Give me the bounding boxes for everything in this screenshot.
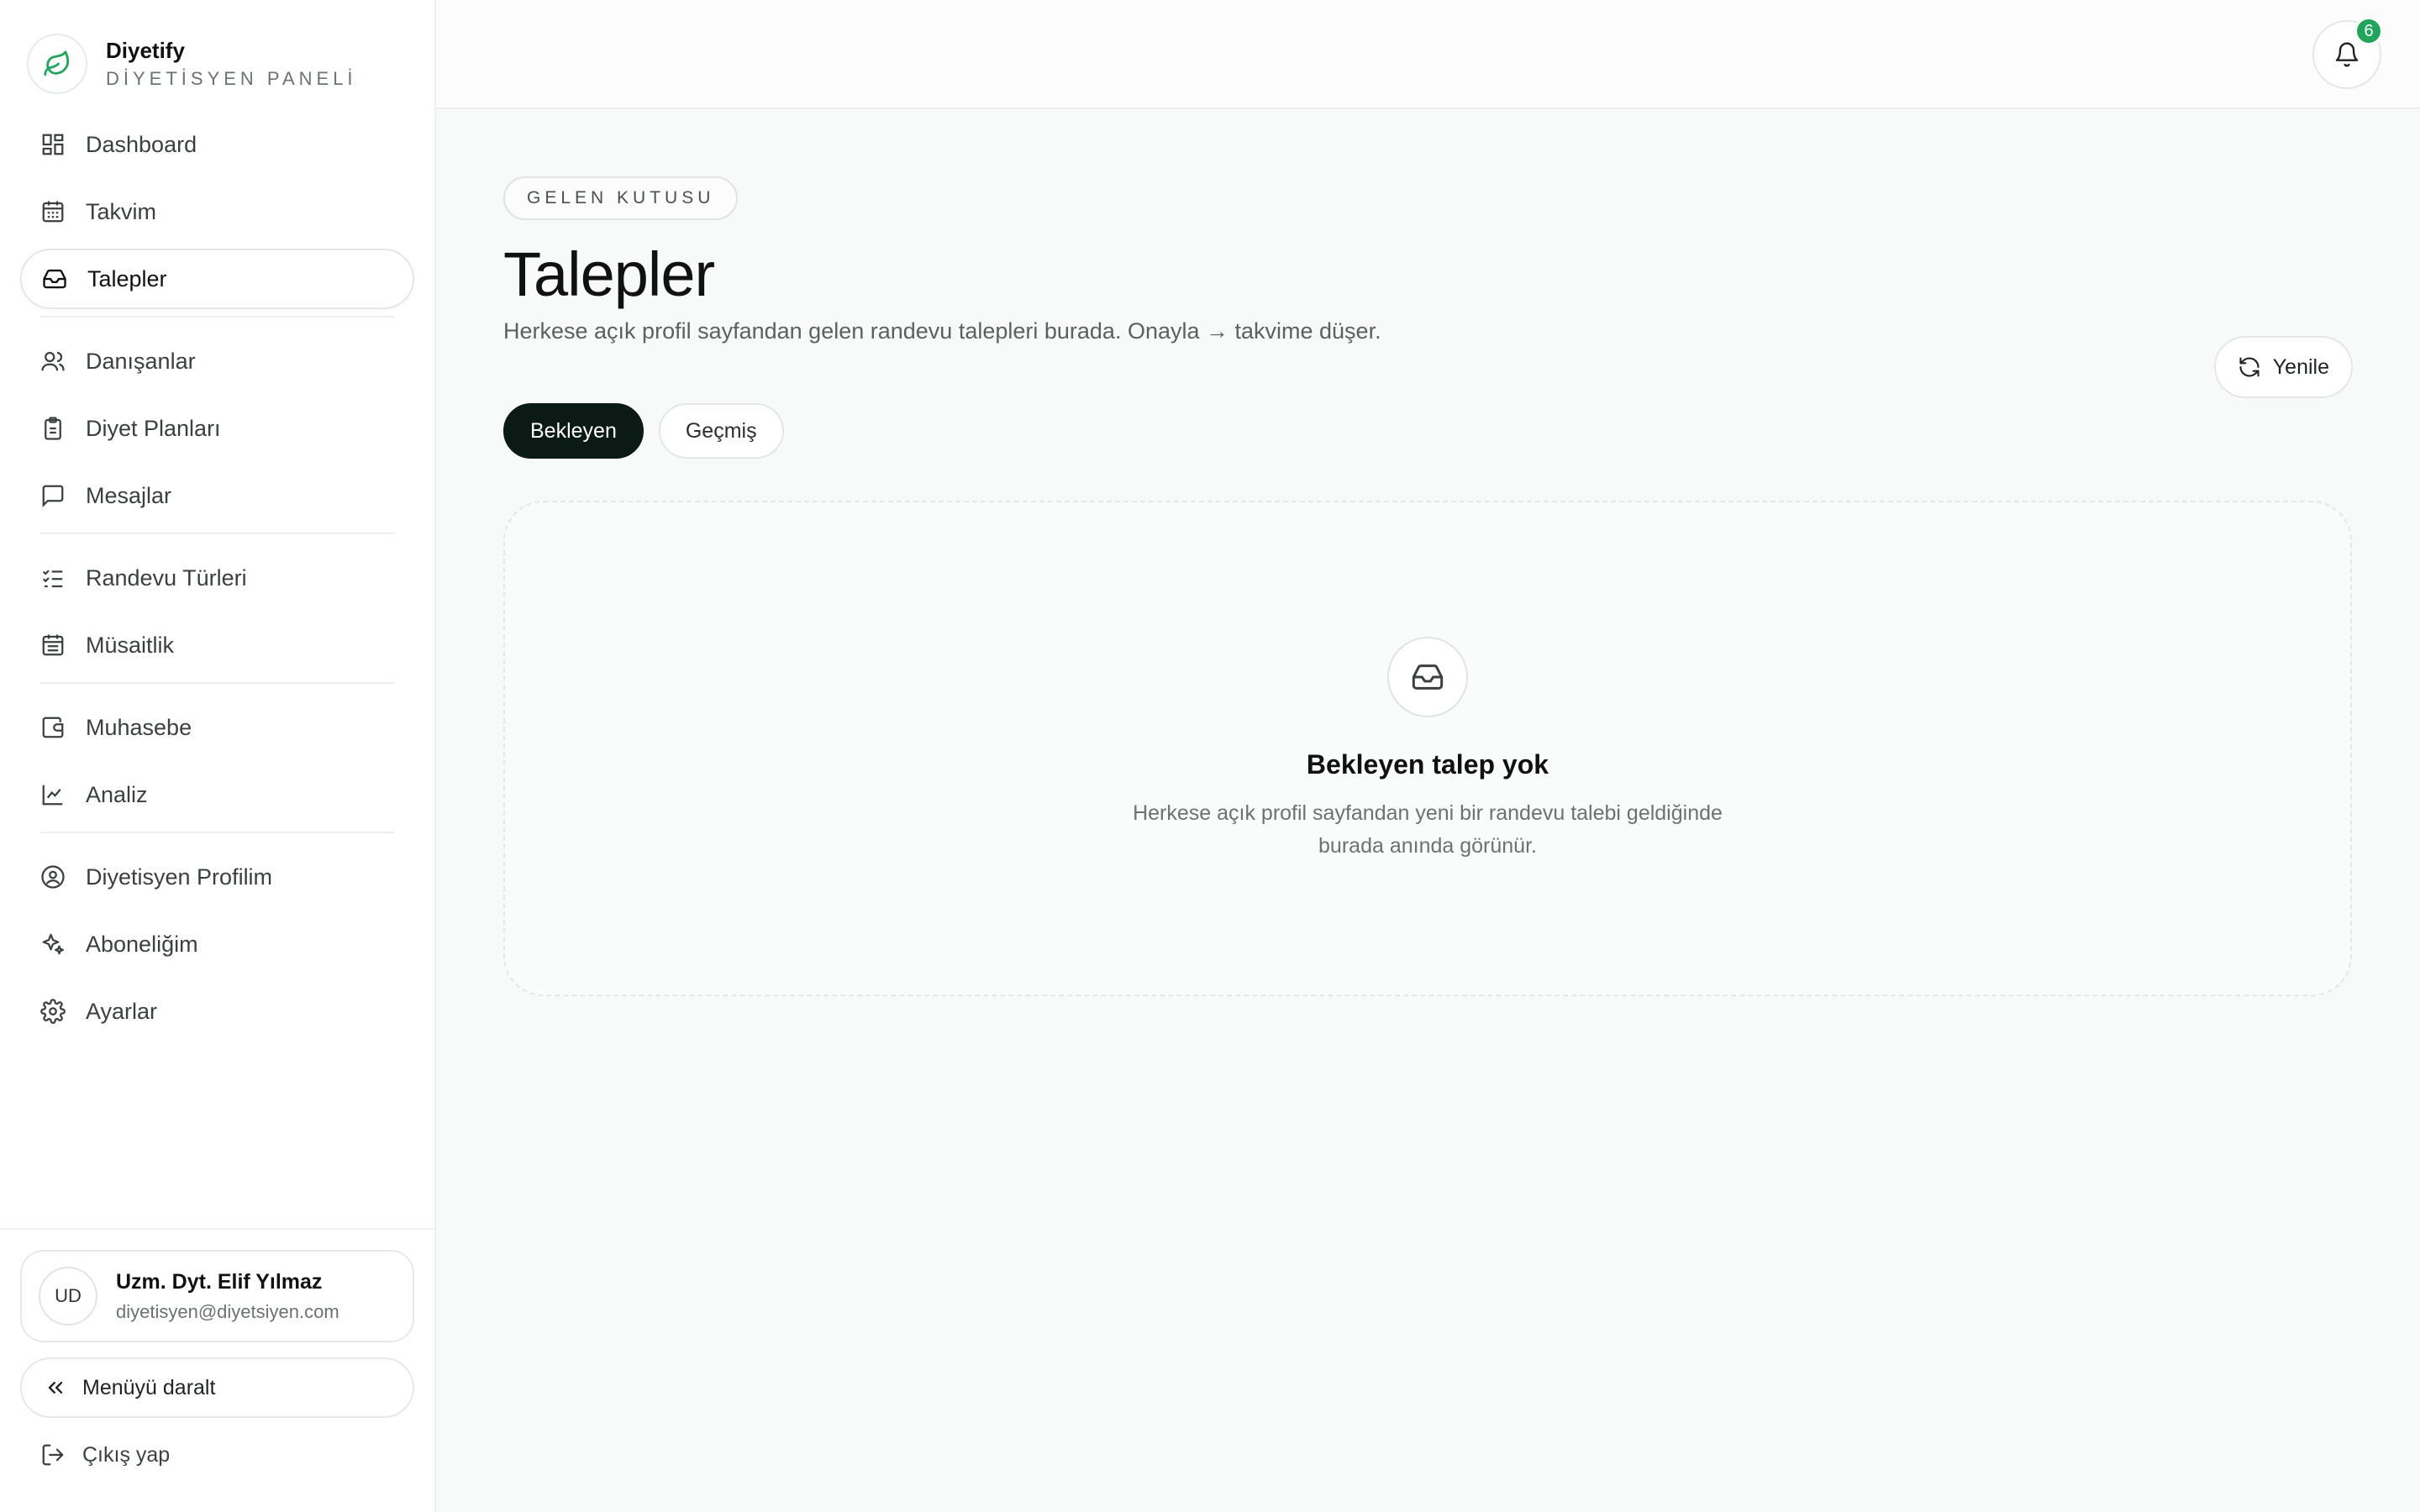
refresh-icon (2239, 357, 2260, 377)
tab-bekleyen[interactable]: Bekleyen (503, 403, 644, 459)
notifications-button[interactable]: 6 (2312, 17, 2383, 89)
brand-subtitle: DİYETİSYEN PANELİ (106, 67, 357, 89)
page-title: Talepler (503, 239, 715, 309)
sidebar-item-label: Dashboard (86, 131, 197, 157)
notification-count-badge: 6 (2354, 17, 2383, 45)
sidebar: Diyetify DİYETİSYEN PANELİ Dashboard Tak… (0, 0, 436, 1512)
clipboard-icon (45, 417, 61, 440)
sparkles-icon (42, 933, 64, 955)
chevrons-left-icon (48, 1382, 63, 1394)
collapse-menu-button[interactable]: Menüyü daralt (20, 1357, 414, 1418)
bell-icon (2335, 42, 2359, 67)
empty-state-description: Herkese açık profil sayfandan yeni bir r… (1133, 801, 1723, 858)
sidebar-item-takvim[interactable]: Takvim (20, 181, 414, 242)
sidebar-item-musaitlik[interactable]: Müsaitlik (20, 615, 414, 675)
sidebar-item-label: Talepler (87, 265, 167, 291)
sidebar-item-danisanlar[interactable]: Danışanlar (20, 331, 414, 391)
page-description: Herkese açık profil sayfandan gelen rand… (503, 318, 1381, 344)
sidebar-item-ayarlar[interactable]: Ayarlar (20, 981, 414, 1042)
sidebar-item-muhasebe[interactable]: Muhasebe (20, 697, 414, 758)
sidebar-item-diyet-planlari[interactable]: Diyet Planları (20, 398, 414, 459)
calendar-grid-icon (42, 634, 64, 656)
empty-state-title: Bekleyen talep yok (1306, 749, 1549, 780)
calendar-icon (42, 201, 64, 223)
sidebar-item-label: Danışanlar (86, 348, 196, 374)
message-icon (42, 485, 64, 507)
sidebar-item-label: Ayarlar (86, 998, 158, 1024)
logout-icon (42, 1444, 64, 1466)
logout-label: Çıkış yap (82, 1442, 171, 1467)
tab-bar: Bekleyen Geçmiş (503, 403, 2353, 459)
sidebar-footer: UD Uzm. Dyt. Elif Yılmaz diyetisyen@diye… (0, 1228, 434, 1512)
brand-name: Diyetify (106, 38, 185, 64)
sidebar-nav: Dashboard Takvim Talepler Danışanlar Diy… (0, 94, 434, 1042)
dashboard-icon (42, 134, 64, 155)
sidebar-item-mesajlar[interactable]: Mesajlar (20, 465, 414, 526)
sidebar-item-label: Analiz (86, 781, 148, 807)
page-content: GELEN KUTUSU Talepler Herkese açık profi… (436, 109, 2420, 996)
main-content: 6 GELEN KUTUSU Talepler Herkese açık pro… (436, 0, 2420, 1512)
nav-divider (40, 316, 394, 318)
refresh-label: Yenile (2272, 354, 2329, 379)
avatar: UD (39, 1267, 97, 1326)
user-circle-icon (41, 865, 65, 889)
logout-button[interactable]: Çıkış yap (20, 1431, 414, 1478)
sidebar-item-label: Müsaitlik (86, 632, 175, 658)
tab-gecmis[interactable]: Geçmiş (658, 403, 784, 459)
sidebar-item-analiz[interactable]: Analiz (20, 764, 414, 825)
sidebar-item-label: Randevu Türleri (86, 564, 247, 591)
nav-divider (40, 533, 394, 534)
refresh-button[interactable]: Yenile (2213, 336, 2353, 398)
empty-state-panel: Bekleyen talep yok Herkese açık profil s… (503, 501, 2352, 996)
user-name: Uzm. Dyt. Elif Yılmaz (116, 1269, 323, 1294)
inbox-icon (43, 269, 66, 289)
list-check-icon (42, 570, 63, 588)
sidebar-item-label: Diyet Planları (86, 415, 221, 441)
inbox-icon (1387, 637, 1468, 717)
collapse-menu-label: Menüyü daralt (82, 1375, 216, 1399)
topbar: 6 (436, 0, 2420, 109)
sidebar-item-randevu-turleri[interactable]: Randevu Türleri (20, 548, 414, 608)
sidebar-item-label: Takvim (86, 198, 157, 224)
user-email: diyetisyen@diyetsiyen.com (116, 1300, 339, 1322)
gear-icon (40, 999, 66, 1024)
wallet-icon (42, 717, 64, 738)
chart-line-icon (42, 785, 63, 806)
sidebar-item-label: Mesajlar (86, 482, 172, 508)
sidebar-item-aboneligim[interactable]: Aboneliğim (20, 914, 414, 974)
sidebar-item-label: Aboneliğim (86, 931, 198, 957)
brand: Diyetify DİYETİSYEN PANELİ (0, 0, 434, 94)
leaf-logo-icon (27, 34, 87, 94)
eyebrow-badge: GELEN KUTUSU (503, 176, 739, 220)
sidebar-item-talepler[interactable]: Talepler (20, 249, 414, 309)
sidebar-item-label: Diyetisyen Profilim (86, 864, 273, 890)
nav-divider (40, 832, 394, 833)
nav-divider (40, 682, 394, 684)
sidebar-item-diyetisyen-profilim[interactable]: Diyetisyen Profilim (20, 847, 414, 907)
sidebar-item-dashboard[interactable]: Dashboard (20, 114, 414, 175)
user-card[interactable]: UD Uzm. Dyt. Elif Yılmaz diyetisyen@diye… (20, 1250, 414, 1342)
users-icon (41, 351, 65, 371)
sidebar-item-label: Muhasebe (86, 714, 192, 740)
